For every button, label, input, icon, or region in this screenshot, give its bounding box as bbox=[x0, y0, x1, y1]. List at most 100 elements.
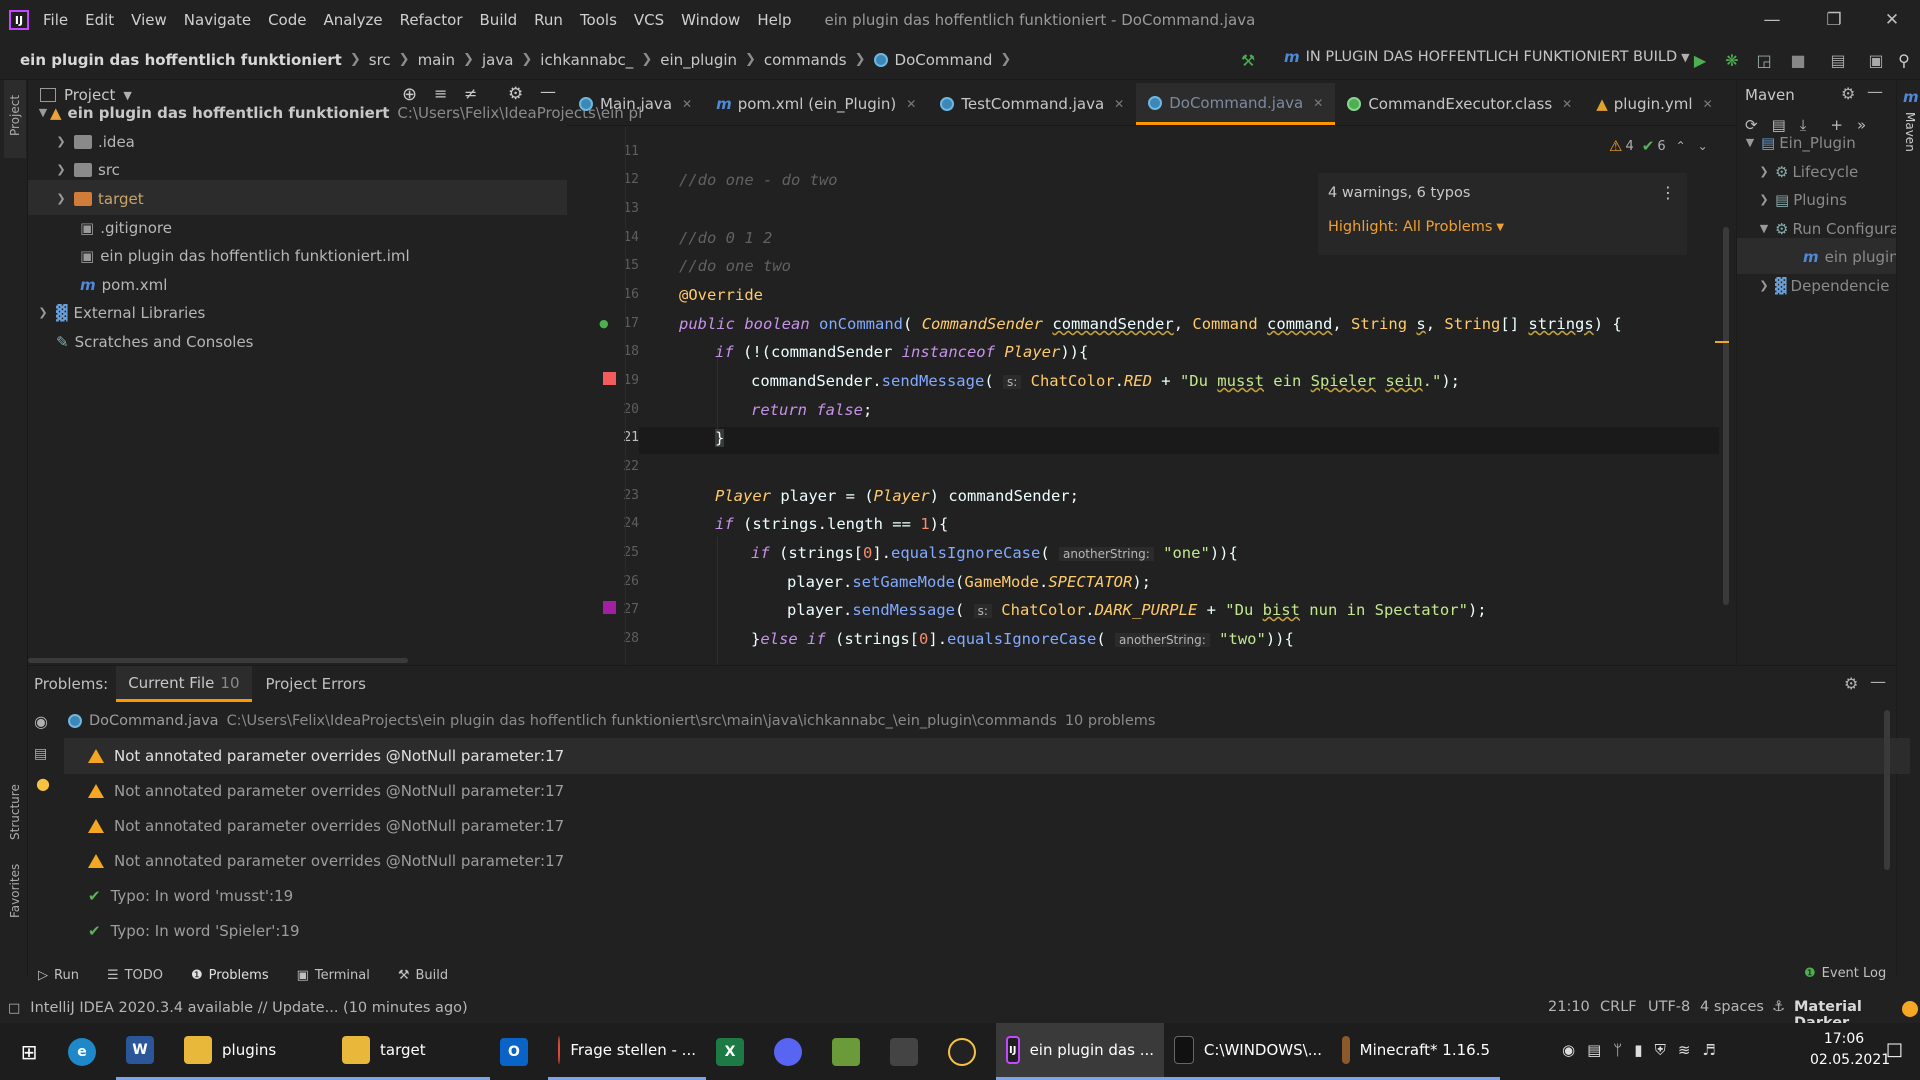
run-config-selector[interactable]: m IN PLUGIN DAS HOFFENTLICH FUNKTIONIERT… bbox=[1284, 48, 1690, 66]
taskbar-app-bird[interactable] bbox=[880, 1023, 938, 1080]
problem-row[interactable]: Not annotated parameter overrides @NotNu… bbox=[88, 773, 564, 808]
taskbar-discord[interactable] bbox=[764, 1023, 822, 1080]
stop-icon[interactable]: ■ bbox=[1784, 46, 1812, 74]
horizontal-scrollbar[interactable] bbox=[28, 658, 408, 663]
breadcrumb-commands[interactable]: commands bbox=[764, 51, 847, 69]
project-structure-icon[interactable]: ▤ bbox=[1824, 46, 1852, 74]
gear-icon[interactable]: ⚙ bbox=[1844, 674, 1858, 693]
taskbar-plugins[interactable]: plugins bbox=[174, 1023, 332, 1080]
gear-icon[interactable]: ⚙ bbox=[1841, 84, 1855, 103]
next-problem-icon[interactable]: ⌄ bbox=[1698, 139, 1708, 153]
file-encoding[interactable]: UTF-8 bbox=[1648, 999, 1690, 1015]
breadcrumb-java[interactable]: java bbox=[482, 51, 513, 69]
maven-icon[interactable]: m bbox=[1903, 88, 1919, 106]
status-square-icon[interactable]: □ bbox=[8, 1001, 20, 1016]
tool-build[interactable]: ⚒ Build bbox=[398, 968, 448, 983]
close-icon[interactable]: ✕ bbox=[906, 97, 916, 111]
bluetooth-icon[interactable]: ᛘ bbox=[1613, 1041, 1622, 1059]
status-message[interactable]: IntelliJ IDEA 2020.3.4 available // Upda… bbox=[30, 1000, 467, 1016]
breadcrumb-class[interactable]: DoCommand bbox=[895, 51, 993, 69]
taskbar-app-shield[interactable] bbox=[938, 1023, 996, 1080]
tab-current-file[interactable]: Current File 10 bbox=[116, 666, 252, 702]
favorites-tool-label[interactable]: Favorites bbox=[8, 864, 22, 918]
menu-vcs[interactable]: VCS bbox=[634, 11, 664, 29]
notification-center-icon[interactable]: □ bbox=[1886, 1039, 1903, 1060]
breadcrumb-package[interactable]: ichkannabc_ bbox=[540, 51, 633, 69]
eye-icon[interactable]: ◉ bbox=[34, 712, 48, 731]
breadcrumb-main[interactable]: main bbox=[418, 51, 455, 69]
taskbar-outlook[interactable]: O bbox=[490, 1023, 548, 1080]
structure-tool-label[interactable]: Structure bbox=[8, 784, 22, 840]
menu-code[interactable]: Code bbox=[268, 11, 306, 29]
tool-todo[interactable]: ☰ TODO bbox=[107, 968, 163, 983]
breadcrumb-src[interactable]: src bbox=[369, 51, 391, 69]
inspection-widget[interactable]: ⚠ 4 ✔ 6 ⌃ ⌄ bbox=[1603, 135, 1714, 157]
lightbulb-icon[interactable]: ● bbox=[36, 774, 50, 793]
menu-navigate[interactable]: Navigate bbox=[184, 11, 251, 29]
taskbar-cmd[interactable]: C:\WINDOWS\... bbox=[1164, 1023, 1332, 1080]
problem-row[interactable]: ✔ Typo: In word 'Spieler' :19 bbox=[88, 913, 300, 948]
tool-problems[interactable]: ❶ Problems bbox=[191, 968, 269, 983]
tab-docommand-java[interactable]: DoCommand.java ✕ bbox=[1136, 83, 1336, 125]
tree-item-scratches[interactable]: ✎ Scratches and Consoles bbox=[50, 324, 254, 359]
project-tool-label[interactable]: Project bbox=[8, 95, 22, 136]
menu-view[interactable]: View bbox=[131, 11, 167, 29]
problem-row[interactable]: Not annotated parameter overrides @NotNu… bbox=[88, 738, 564, 773]
menu-tools[interactable]: Tools bbox=[580, 11, 617, 29]
problem-row[interactable]: Not annotated parameter overrides @NotNu… bbox=[88, 843, 564, 878]
run-icon[interactable]: ▶ bbox=[1686, 46, 1714, 74]
discord-tray-icon[interactable]: ◉ bbox=[1562, 1041, 1575, 1059]
close-icon[interactable]: ✕ bbox=[1313, 96, 1323, 110]
menu-help[interactable]: Help bbox=[757, 11, 791, 29]
menu-refactor[interactable]: Refactor bbox=[400, 11, 463, 29]
close-icon[interactable]: ✕ bbox=[1562, 97, 1572, 111]
taskbar-minecraft-launcher[interactable] bbox=[822, 1023, 880, 1080]
taskbar-clock[interactable]: 17:06 02.05.2021 bbox=[1810, 1029, 1890, 1071]
taskbar-chrome[interactable]: Frage stellen - ... bbox=[548, 1023, 706, 1080]
menu-window[interactable]: Window bbox=[681, 11, 740, 29]
tab-commandexecutor-class[interactable]: CommandExecutor.class ✕ bbox=[1335, 83, 1584, 125]
close-icon[interactable]: ✕ bbox=[682, 97, 692, 111]
preview-icon[interactable]: ▤ bbox=[34, 746, 47, 762]
notification-dot-icon[interactable] bbox=[1902, 1001, 1918, 1017]
vertical-scrollbar[interactable] bbox=[1884, 710, 1890, 870]
taskbar-excel[interactable]: X bbox=[706, 1023, 764, 1080]
close-icon[interactable]: ✕ bbox=[1703, 97, 1713, 111]
tool-terminal[interactable]: ▣ Terminal bbox=[297, 968, 370, 983]
tab-plugin-yml[interactable]: ▲ plugin.yml ✕ bbox=[1584, 83, 1724, 125]
menu-analyze[interactable]: Analyze bbox=[323, 11, 382, 29]
close-window-button[interactable]: ✕ bbox=[1864, 0, 1920, 40]
hide-panel-icon[interactable]: — bbox=[1867, 82, 1883, 101]
vertical-scrollbar[interactable] bbox=[1723, 227, 1729, 605]
search-icon[interactable]: ⚲ bbox=[1890, 46, 1918, 74]
breadcrumb-ein-plugin[interactable]: ein_plugin bbox=[660, 51, 737, 69]
tab-testcommand-java[interactable]: TestCommand.java ✕ bbox=[928, 83, 1136, 125]
debug-icon[interactable]: ❋ bbox=[1718, 46, 1746, 74]
problem-row[interactable]: Not annotated parameter overrides @NotNu… bbox=[88, 808, 564, 843]
start-button[interactable]: ⊞ bbox=[0, 1023, 58, 1080]
problems-file-row[interactable]: DoCommand.java C:\Users\Felix\IdeaProjec… bbox=[68, 706, 1155, 736]
lock-icon[interactable]: ⚓ bbox=[1772, 999, 1785, 1015]
highlight-level-link[interactable]: Highlight: All Problems ▼ bbox=[1328, 219, 1504, 235]
event-log-button[interactable]: ❶ Event Log bbox=[1804, 966, 1886, 981]
tab-pom-xml[interactable]: m pom.xml (ein_Plugin) ✕ bbox=[704, 83, 928, 125]
close-icon[interactable]: ✕ bbox=[1114, 97, 1124, 111]
line-separator[interactable]: CRLF bbox=[1600, 999, 1637, 1015]
error-stripe-marker[interactable] bbox=[1715, 341, 1729, 343]
tray-icon[interactable]: ▤ bbox=[1587, 1041, 1601, 1059]
override-marker-icon[interactable]: ● bbox=[599, 317, 609, 330]
menu-file[interactable]: File bbox=[43, 11, 68, 29]
coverage-icon[interactable]: ◲ bbox=[1750, 46, 1778, 74]
more-options-icon[interactable]: ⋮ bbox=[1660, 183, 1676, 202]
terminal-icon[interactable]: ▣ bbox=[1862, 46, 1890, 74]
taskbar-word[interactable]: W bbox=[116, 1023, 174, 1080]
maven-item-dependencies[interactable]: ❯ ▓ Dependencie bbox=[1757, 268, 1889, 303]
taskbar-edge[interactable]: e bbox=[58, 1023, 116, 1080]
menu-edit[interactable]: Edit bbox=[85, 11, 114, 29]
taskbar-minecraft[interactable]: Minecraft* 1.16.5 bbox=[1332, 1023, 1500, 1080]
maven-tool-label[interactable]: Maven bbox=[1903, 112, 1917, 172]
menu-run[interactable]: Run bbox=[534, 11, 563, 29]
breadcrumb-project[interactable]: ein plugin das hoffentlich funktioniert bbox=[20, 51, 342, 69]
tab-main-java[interactable]: Main.java ✕ bbox=[567, 83, 704, 125]
tool-run[interactable]: ▷ Run bbox=[38, 968, 79, 983]
